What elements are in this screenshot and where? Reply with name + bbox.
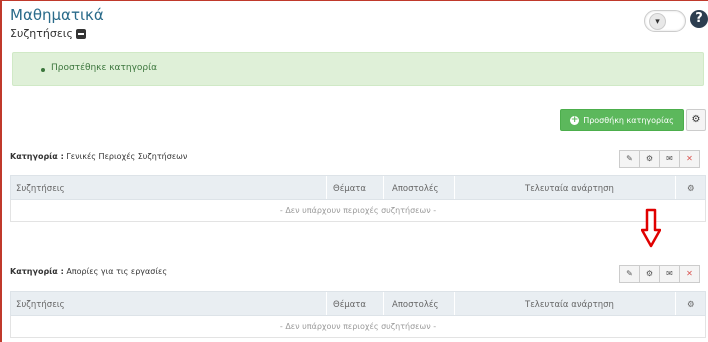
bullet-icon [41,68,45,72]
category-name: Απορίες για τις εργασίες [66,267,168,276]
table-header: Συζητήσεις Θέματα Αποστολές Τελευταία αν… [10,291,706,316]
delete-icon: ✕ [686,154,693,163]
column-divider [383,176,384,199]
col-posts[interactable]: Αποστολές [392,300,438,310]
settings-icon: ⚙ [691,114,701,125]
edit-category-button[interactable]: ✎ [619,265,640,283]
page-subtitle: Συζητήσεις [10,27,86,40]
column-divider [675,176,676,199]
col-topics[interactable]: Θέματα [333,184,366,194]
col-last-post[interactable]: Τελευταία ανάρτηση [525,300,614,310]
gears-icon: ⚙ [687,184,695,194]
column-divider [383,292,384,315]
envelope-icon: ✉ [666,269,673,278]
category-label: Κατηγορία : Γενικές Περιοχές Συζητήσεων [10,152,187,161]
annotation-arrow-icon [641,208,661,248]
success-alert: Προστέθηκε κατηγορία [12,52,704,86]
delete-icon: ✕ [686,269,693,278]
col-topics[interactable]: Θέματα [333,300,366,310]
category-prefix: Κατηγορία : [10,152,64,161]
help-icon[interactable]: ? [690,10,708,28]
plus-circle-icon: + [570,114,580,125]
table-header: Συζητήσεις Θέματα Αποστολές Τελευταία αν… [10,175,706,200]
notify-category-button[interactable]: ✉ [659,265,680,283]
settings-icon: ⚙ [645,154,654,163]
category-settings-button[interactable]: ⚙ [639,265,660,283]
category-actions: ✎ ⚙ ✉ ✕ [619,265,700,283]
category-prefix: Κατηγορία : [10,267,64,276]
subtitle-text: Συζητήσεις [10,27,73,40]
empty-row: - Δεν υπάρχουν περιοχές συζητήσεων - [10,316,706,338]
delete-category-button[interactable]: ✕ [679,150,700,168]
edit-icon: ✎ [626,154,633,163]
column-divider [326,176,327,199]
graduation-cap-icon: ▾ [649,13,666,30]
delete-category-button[interactable]: ✕ [679,265,700,283]
gears-icon: ⚙ [687,300,695,310]
column-divider [675,292,676,315]
column-divider [454,292,455,315]
notify-category-button[interactable]: ✉ [659,150,680,168]
course-title[interactable]: Μαθηματικά [10,6,104,24]
collapse-icon[interactable] [75,28,86,39]
empty-row: - Δεν υπάρχουν περιοχές συζητήσεων - [10,200,706,222]
envelope-icon: ✉ [666,154,673,163]
category-settings-button[interactable]: ⚙ [639,150,660,168]
column-divider [454,176,455,199]
category-name: Γενικές Περιοχές Συζητήσεων [66,152,188,161]
col-last-post[interactable]: Τελευταία ανάρτηση [525,184,614,194]
category-actions: ✎ ⚙ ✉ ✕ [619,150,700,168]
student-view-toggle[interactable]: ▾ [644,10,686,32]
settings-button[interactable]: ⚙ [686,109,706,131]
add-category-button[interactable]: + Προσθήκη κατηγορίας [560,109,684,131]
col-discussions[interactable]: Συζητήσεις [16,184,65,194]
settings-icon: ⚙ [645,269,654,278]
add-category-label: Προσθήκη κατηγορίας [583,115,674,125]
category-label: Κατηγορία : Απορίες για τις εργασίες [10,267,167,276]
column-divider [326,292,327,315]
edit-icon: ✎ [626,269,633,278]
col-posts[interactable]: Αποστολές [392,184,438,194]
edit-category-button[interactable]: ✎ [619,150,640,168]
col-discussions[interactable]: Συζητήσεις [16,300,65,310]
alert-message: Προστέθηκε κατηγορία [51,63,158,73]
